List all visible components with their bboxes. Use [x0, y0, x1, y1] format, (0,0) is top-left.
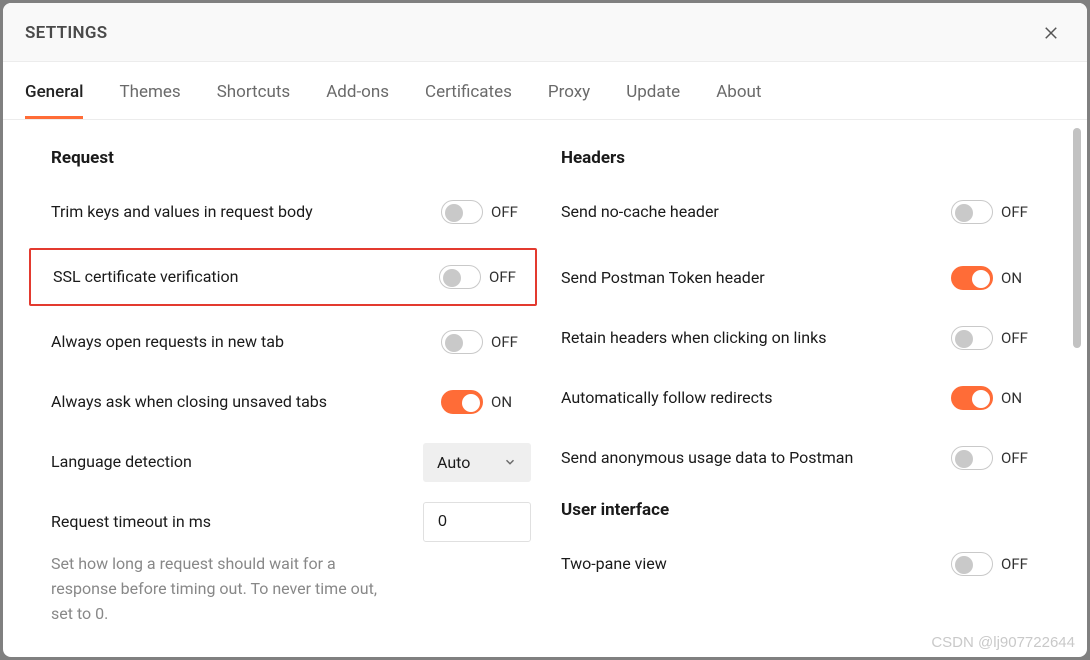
- row-new-tab: Always open requests in new tab OFF: [51, 318, 531, 366]
- settings-modal: SETTINGS General Themes Shortcuts Add-on…: [3, 3, 1087, 657]
- toggle-state-ssl: OFF: [489, 268, 523, 286]
- row-postman-token: Send Postman Token header ON: [561, 254, 1041, 302]
- label-follow-redirects: Automatically follow redirects: [561, 387, 773, 409]
- toggle-state-postman-token: ON: [1001, 269, 1035, 287]
- label-new-tab: Always open requests in new tab: [51, 331, 284, 353]
- input-request-timeout[interactable]: [423, 502, 531, 542]
- toggle-usage-data[interactable]: [951, 446, 993, 470]
- tab-certificates[interactable]: Certificates: [425, 82, 512, 119]
- label-usage-data: Send anonymous usage data to Postman: [561, 447, 853, 469]
- label-two-pane: Two-pane view: [561, 553, 667, 575]
- row-usage-data: Send anonymous usage data to Postman OFF: [561, 434, 1041, 482]
- request-section: Request Trim keys and values in request …: [51, 148, 531, 637]
- toggle-no-cache[interactable]: [951, 200, 993, 224]
- tab-general[interactable]: General: [25, 82, 83, 119]
- help-request-timeout: Set how long a request should wait for a…: [51, 552, 391, 626]
- label-ask-close: Always ask when closing unsaved tabs: [51, 391, 327, 413]
- label-retain-headers: Retain headers when clicking on links: [561, 327, 827, 349]
- label-trim-body: Trim keys and values in request body: [51, 201, 313, 223]
- label-language-detection: Language detection: [51, 451, 192, 473]
- toggle-two-pane[interactable]: [951, 552, 993, 576]
- headers-section: Headers Send no-cache header OFF Send Po…: [561, 148, 1041, 637]
- close-icon: [1042, 24, 1060, 42]
- row-follow-redirects: Automatically follow redirects ON: [561, 374, 1041, 422]
- label-postman-token: Send Postman Token header: [561, 267, 765, 289]
- scrollbar[interactable]: [1071, 128, 1083, 649]
- toggle-postman-token[interactable]: [951, 266, 993, 290]
- chevron-down-icon: [503, 455, 517, 469]
- row-no-cache: Send no-cache header OFF: [561, 188, 1041, 236]
- toggle-state-new-tab: OFF: [491, 333, 525, 351]
- tabs-bar: General Themes Shortcuts Add-ons Certifi…: [3, 62, 1087, 120]
- row-ask-close: Always ask when closing unsaved tabs ON: [51, 378, 531, 426]
- modal-title: SETTINGS: [25, 23, 107, 43]
- row-retain-headers: Retain headers when clicking on links OF…: [561, 314, 1041, 362]
- row-trim-body: Trim keys and values in request body OFF: [51, 188, 531, 236]
- toggle-state-ask-close: ON: [491, 393, 525, 411]
- toggle-retain-headers[interactable]: [951, 326, 993, 350]
- row-language-detection: Language detection Auto: [51, 438, 531, 486]
- modal-header: SETTINGS: [3, 3, 1087, 62]
- scrollbar-thumb[interactable]: [1073, 128, 1081, 348]
- toggle-new-tab[interactable]: [441, 330, 483, 354]
- tab-addons[interactable]: Add-ons: [326, 82, 389, 119]
- section-title-ui: User interface: [561, 500, 1041, 520]
- toggle-state-trim: OFF: [491, 203, 525, 221]
- section-title-headers: Headers: [561, 148, 1041, 168]
- toggle-state-redirects: ON: [1001, 389, 1035, 407]
- row-two-pane: Two-pane view OFF: [561, 540, 1041, 588]
- toggle-trim-body[interactable]: [441, 200, 483, 224]
- toggle-ssl-verification[interactable]: [439, 265, 481, 289]
- tab-update[interactable]: Update: [626, 82, 680, 119]
- settings-content: Request Trim keys and values in request …: [3, 120, 1071, 657]
- toggle-state-two-pane: OFF: [1001, 555, 1035, 573]
- select-language-value: Auto: [437, 453, 470, 472]
- row-request-timeout: Request timeout in ms Set how long a req…: [51, 498, 531, 626]
- tab-themes[interactable]: Themes: [119, 82, 180, 119]
- select-language-detection[interactable]: Auto: [423, 443, 531, 482]
- label-request-timeout: Request timeout in ms: [51, 511, 211, 533]
- tab-about[interactable]: About: [716, 82, 761, 119]
- section-title-request: Request: [51, 148, 531, 168]
- toggle-follow-redirects[interactable]: [951, 386, 993, 410]
- close-button[interactable]: [1037, 19, 1065, 47]
- label-no-cache: Send no-cache header: [561, 201, 719, 223]
- toggle-state-no-cache: OFF: [1001, 203, 1035, 221]
- tab-shortcuts[interactable]: Shortcuts: [217, 82, 291, 119]
- toggle-ask-close[interactable]: [441, 390, 483, 414]
- label-ssl-verification: SSL certificate verification: [53, 266, 239, 288]
- toggle-state-retain: OFF: [1001, 329, 1035, 347]
- toggle-state-usage: OFF: [1001, 449, 1035, 467]
- row-ssl-verification: SSL certificate verification OFF: [29, 248, 537, 306]
- tab-proxy[interactable]: Proxy: [548, 82, 590, 119]
